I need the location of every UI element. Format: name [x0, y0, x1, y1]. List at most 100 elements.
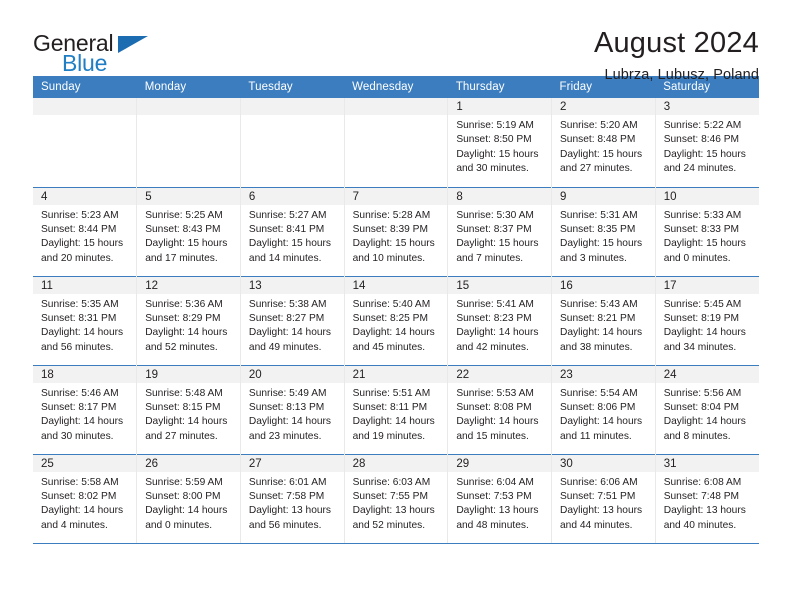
day-details: Sunrise: 5:43 AM Sunset: 8:21 PM Daylight:…: [552, 294, 655, 356]
day-number: 4: [33, 187, 137, 205]
daylight-text-line2: and 44 minutes.: [560, 519, 633, 531]
day-details: Sunrise: 5:51 AM Sunset: 8:11 PM Daylight:…: [345, 383, 448, 445]
day-number: [240, 98, 344, 115]
calendar-day-cell[interactable]: 4 Sunrise: 5:23 AM Sunset: 8:44 PM Daylight…: [33, 186, 138, 276]
calendar-day-cell[interactable]: 23 Sunrise: 5:54 AM Sunset: 8:06 PM Dayligh…: [551, 364, 656, 454]
weekday-header-wednesday: Wednesday: [344, 76, 448, 98]
sunset-text: Sunset: 7:53 PM: [456, 490, 532, 502]
sunset-text: Sunset: 7:55 PM: [352, 490, 428, 502]
calendar-day-cell-empty: [136, 98, 241, 187]
sunrise-text: Sunrise: 5:51 AM: [352, 387, 431, 399]
weekday-header-sunday: Sunday: [33, 76, 137, 98]
day-number: 19: [137, 365, 240, 383]
daylight-text-line2: and 11 minutes.: [560, 430, 632, 442]
calendar-day-cell[interactable]: 5 Sunrise: 5:25 AM Sunset: 8:43 PM Daylight…: [136, 186, 241, 276]
calendar-day-cell[interactable]: 30 Sunrise: 6:06 AM Sunset: 7:51 PM Dayligh…: [551, 453, 656, 544]
calendar-day-cell[interactable]: 27 Sunrise: 6:01 AM Sunset: 7:58 PM Dayligh…: [240, 453, 345, 544]
sunset-text: Sunset: 8:15 PM: [145, 401, 221, 413]
sunrise-text: Sunrise: 5:28 AM: [352, 209, 431, 221]
day-details: Sunrise: 5:27 AM Sunset: 8:41 PM Daylight:…: [241, 205, 344, 267]
daylight-text-line2: and 34 minutes.: [663, 341, 737, 353]
sunset-text: Sunset: 8:13 PM: [248, 401, 325, 413]
calendar-day-cell[interactable]: 25 Sunrise: 5:58 AM Sunset: 8:02 PM Dayligh…: [33, 453, 138, 544]
calendar-day-cell[interactable]: 11 Sunrise: 5:35 AM Sunset: 8:31 PM Dayligh…: [33, 275, 138, 365]
daylight-text-line1: Daylight: 13 hours: [560, 505, 643, 517]
calendar-day-cell[interactable]: 9 Sunrise: 5:31 AM Sunset: 8:35 PM Daylight…: [551, 186, 656, 276]
day-number: 15: [448, 276, 552, 294]
daylight-text-line1: Daylight: 14 hours: [560, 327, 643, 339]
day-number: 30: [552, 454, 655, 472]
sunrise-text: Sunrise: 5:38 AM: [248, 298, 327, 310]
daylight-text-line1: Daylight: 15 hours: [663, 238, 746, 250]
daylight-text-line2: and 52 minutes.: [352, 519, 426, 531]
weekday-header-thursday: Thursday: [447, 76, 552, 98]
day-number: 9: [552, 187, 655, 205]
daylight-text-line1: Daylight: 14 hours: [456, 416, 539, 428]
daylight-text-line1: Daylight: 14 hours: [456, 327, 539, 339]
calendar-day-cell[interactable]: 14 Sunrise: 5:40 AM Sunset: 8:25 PM Dayligh…: [344, 275, 449, 365]
calendar-day-cell[interactable]: 20 Sunrise: 5:49 AM Sunset: 8:13 PM Dayligh…: [240, 364, 345, 454]
sunrise-text: Sunrise: 5:54 AM: [560, 387, 638, 399]
daylight-text-line2: and 0 minutes.: [145, 519, 213, 531]
day-details: Sunrise: 5:38 AM Sunset: 8:27 PM Daylight:…: [241, 294, 344, 356]
calendar-day-cell[interactable]: 26 Sunrise: 5:59 AM Sunset: 8:00 PM Dayligh…: [136, 453, 241, 544]
calendar-day-cell[interactable]: 2 Sunrise: 5:20 AM Sunset: 8:48 PM Daylight…: [551, 98, 656, 187]
sunset-text: Sunset: 8:44 PM: [41, 223, 117, 235]
daylight-text-line1: Daylight: 15 hours: [41, 238, 124, 250]
day-number: [33, 98, 137, 115]
calendar-week-row: 25 Sunrise: 5:58 AM Sunset: 8:02 PM Dayligh…: [33, 453, 759, 544]
day-details: Sunrise: 5:49 AM Sunset: 8:13 PM Daylight:…: [241, 383, 344, 445]
day-details: Sunrise: 6:06 AM Sunset: 7:51 PM Daylight:…: [552, 472, 655, 534]
calendar-day-cell[interactable]: 19 Sunrise: 5:48 AM Sunset: 8:15 PM Dayligh…: [136, 364, 241, 454]
page-header: General Blue August 2024 Lubrza, Lubusz,…: [33, 0, 759, 84]
day-number: 3: [655, 98, 759, 115]
daylight-text-line1: Daylight: 14 hours: [41, 505, 124, 517]
sunrise-text: Sunrise: 5:46 AM: [41, 387, 119, 399]
calendar-day-cell[interactable]: 13 Sunrise: 5:38 AM Sunset: 8:27 PM Dayligh…: [240, 275, 345, 365]
calendar-day-cell[interactable]: 17 Sunrise: 5:45 AM Sunset: 8:19 PM Dayligh…: [655, 275, 759, 365]
sunrise-text: Sunrise: 5:40 AM: [352, 298, 431, 310]
sunrise-text: Sunrise: 5:31 AM: [560, 209, 638, 221]
calendar-week-row: 18 Sunrise: 5:46 AM Sunset: 8:17 PM Dayligh…: [33, 364, 759, 454]
sunset-text: Sunset: 8:27 PM: [248, 312, 325, 324]
calendar-day-cell[interactable]: 7 Sunrise: 5:28 AM Sunset: 8:39 PM Daylight…: [344, 186, 449, 276]
daylight-text-line1: Daylight: 15 hours: [560, 238, 643, 250]
calendar-day-cell[interactable]: 16 Sunrise: 5:43 AM Sunset: 8:21 PM Dayligh…: [551, 275, 656, 365]
page-title: August 2024: [593, 27, 759, 59]
calendar-day-cell[interactable]: 24 Sunrise: 5:56 AM Sunset: 8:04 PM Dayligh…: [655, 364, 759, 454]
day-number: 23: [552, 365, 655, 383]
sunrise-text: Sunrise: 5:36 AM: [145, 298, 223, 310]
calendar-day-cell[interactable]: 28 Sunrise: 6:03 AM Sunset: 7:55 PM Dayligh…: [344, 453, 449, 544]
day-number: 2: [552, 98, 655, 115]
general-blue-logo[interactable]: General Blue: [33, 28, 149, 78]
daylight-text-line1: Daylight: 15 hours: [248, 238, 332, 250]
sunset-text: Sunset: 8:31 PM: [41, 312, 117, 324]
day-details: Sunrise: 5:30 AM Sunset: 8:37 PM Daylight:…: [448, 205, 551, 267]
daylight-text-line1: Daylight: 14 hours: [560, 416, 643, 428]
calendar-day-cell[interactable]: 6 Sunrise: 5:27 AM Sunset: 8:41 PM Daylight…: [240, 186, 345, 276]
day-details: Sunrise: 5:33 AM Sunset: 8:33 PM Daylight:…: [656, 205, 759, 267]
daylight-text-line2: and 17 minutes.: [145, 252, 218, 264]
calendar-day-cell[interactable]: 12 Sunrise: 5:36 AM Sunset: 8:29 PM Dayligh…: [136, 275, 241, 365]
calendar-day-cell[interactable]: 8 Sunrise: 5:30 AM Sunset: 8:37 PM Daylight…: [447, 186, 553, 276]
calendar-day-cell[interactable]: 15 Sunrise: 5:41 AM Sunset: 8:23 PM Dayligh…: [447, 275, 553, 365]
day-number: 8: [448, 187, 552, 205]
sunrise-text: Sunrise: 5:48 AM: [145, 387, 223, 399]
calendar-day-cell[interactable]: 3 Sunrise: 5:22 AM Sunset: 8:46 PM Daylight…: [655, 98, 759, 187]
sunrise-text: Sunrise: 5:56 AM: [663, 387, 742, 399]
day-number: 16: [552, 276, 655, 294]
calendar-week-row: 1 Sunrise: 5:19 AM Sunset: 8:50 PM Daylight…: [33, 98, 759, 187]
sunrise-text: Sunrise: 5:30 AM: [456, 209, 534, 221]
calendar-day-cell[interactable]: 29 Sunrise: 6:04 AM Sunset: 7:53 PM Dayligh…: [447, 453, 553, 544]
day-details: Sunrise: 5:48 AM Sunset: 8:15 PM Daylight:…: [137, 383, 240, 445]
title-block: August 2024 Lubrza, Lubusz, Poland: [593, 27, 759, 84]
sunset-text: Sunset: 8:08 PM: [456, 401, 532, 413]
calendar-day-cell[interactable]: 22 Sunrise: 5:53 AM Sunset: 8:08 PM Dayligh…: [447, 364, 553, 454]
calendar-day-cell[interactable]: 1 Sunrise: 5:19 AM Sunset: 8:50 PM Daylight…: [447, 98, 553, 187]
calendar-day-cell[interactable]: 21 Sunrise: 5:51 AM Sunset: 8:11 PM Dayligh…: [344, 364, 449, 454]
calendar-day-cell[interactable]: 18 Sunrise: 5:46 AM Sunset: 8:17 PM Dayligh…: [33, 364, 138, 454]
calendar-day-cell[interactable]: 10 Sunrise: 5:33 AM Sunset: 8:33 PM Dayligh…: [655, 186, 759, 276]
daylight-text-line1: Daylight: 14 hours: [663, 416, 746, 428]
calendar-day-cell-empty: [33, 98, 138, 187]
calendar-day-cell[interactable]: 31 Sunrise: 6:08 AM Sunset: 7:48 PM Dayligh…: [655, 453, 759, 544]
